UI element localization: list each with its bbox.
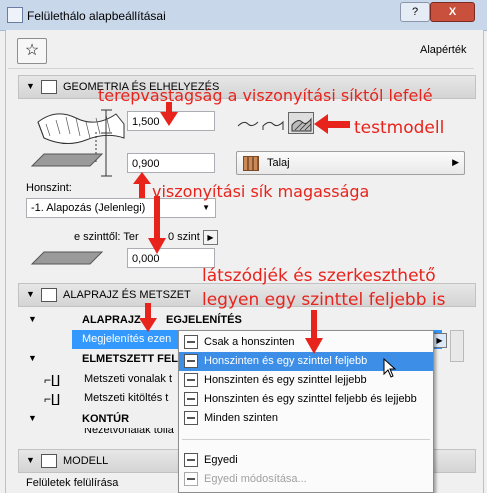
arrow-thickness-head xyxy=(160,112,178,126)
arrow-refheight-shaft xyxy=(139,184,145,198)
arrow-refheight-head xyxy=(133,172,151,184)
arrow-solid-shaft xyxy=(326,121,350,128)
arrow-menu-right-head xyxy=(305,338,323,354)
arrow-menu-right-shaft xyxy=(311,310,317,340)
arrow-offset-shaft xyxy=(154,196,160,240)
arrow-offset-head xyxy=(148,238,166,254)
annotation-arrows xyxy=(133,102,350,354)
arrow-solid-head xyxy=(314,114,328,134)
arrow-menu-left-head xyxy=(139,318,157,332)
